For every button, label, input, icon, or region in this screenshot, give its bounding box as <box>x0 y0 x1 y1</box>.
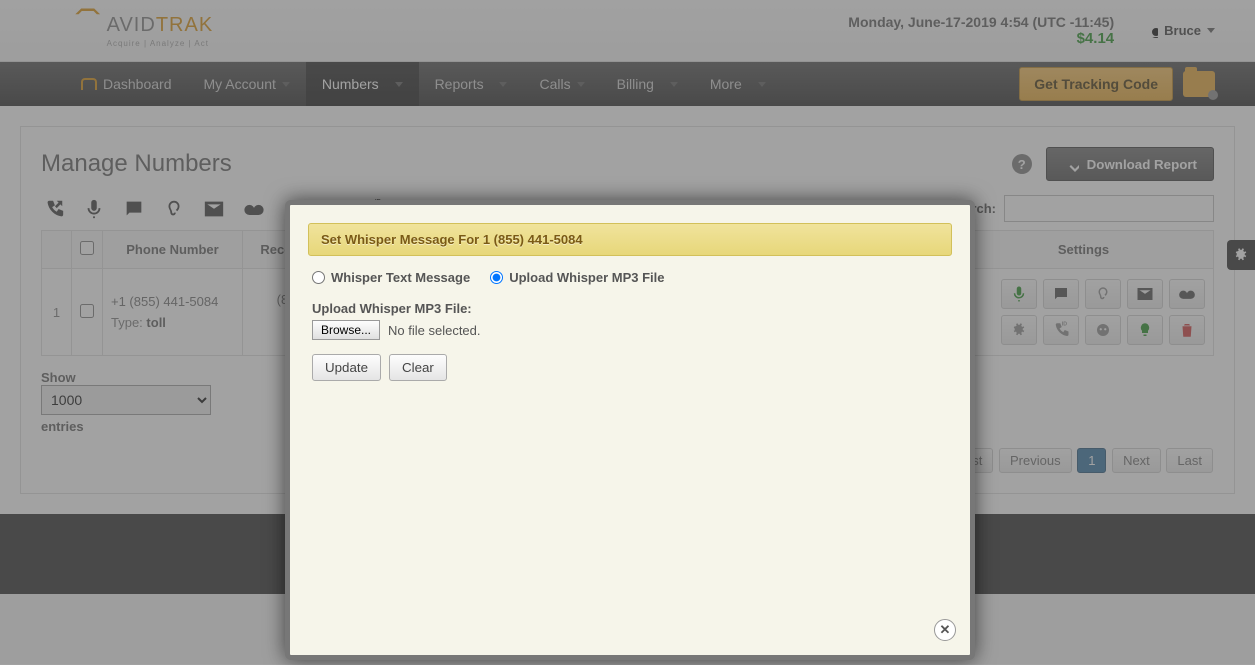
radio-whisper-upload-input[interactable] <box>490 271 503 284</box>
upload-field-label: Upload Whisper MP3 File: <box>312 301 948 316</box>
radio-whisper-upload-label: Upload Whisper MP3 File <box>509 270 664 285</box>
modal-close-button[interactable]: ✕ <box>934 619 956 641</box>
clear-button[interactable]: Clear <box>389 354 447 381</box>
update-button[interactable]: Update <box>312 354 381 381</box>
browse-button[interactable]: Browse... <box>312 320 380 340</box>
radio-whisper-text-label: Whisper Text Message <box>331 270 470 285</box>
radio-whisper-text-input[interactable] <box>312 271 325 284</box>
whisper-modal: Set Whisper Message For 1 (855) 441-5084… <box>285 200 975 660</box>
file-status: No file selected. <box>388 323 481 338</box>
modal-title: Set Whisper Message For 1 (855) 441-5084 <box>308 223 952 256</box>
radio-whisper-text[interactable]: Whisper Text Message <box>312 270 470 285</box>
radio-whisper-upload[interactable]: Upload Whisper MP3 File <box>490 270 664 285</box>
